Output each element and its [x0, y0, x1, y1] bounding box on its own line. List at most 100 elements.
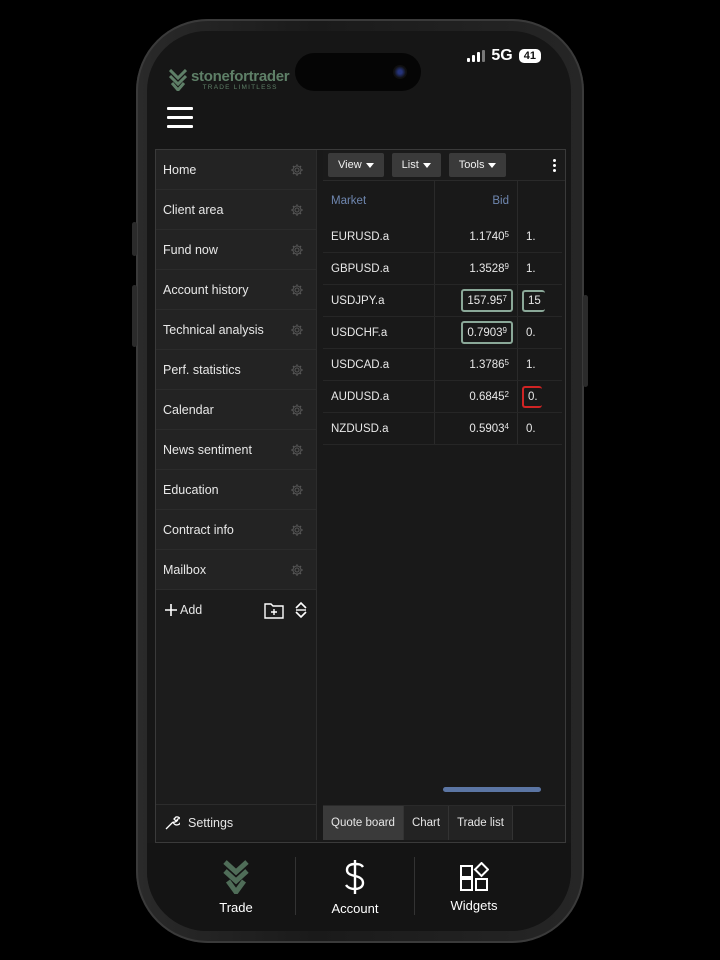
gear-icon[interactable] — [290, 323, 304, 337]
more-options-icon[interactable] — [553, 158, 557, 172]
list-dropdown[interactable]: List — [391, 153, 441, 177]
market-symbol[interactable]: USDCHF.a — [323, 316, 435, 349]
bid-cell[interactable]: 1.35289 — [434, 252, 518, 285]
gear-icon[interactable] — [290, 563, 304, 577]
sidebar-item-calendar[interactable]: Calendar — [156, 390, 316, 430]
app-panel: Home Client area Fund now Account history Te… — [155, 149, 566, 843]
bid-cell[interactable]: 0.68452 — [434, 380, 518, 413]
bid-price-main: 1.3528 — [469, 263, 505, 275]
ask-cell[interactable]: 0. — [517, 380, 562, 413]
bid-cell[interactable]: 0.59034 — [434, 412, 518, 445]
sidebar-item-contract-info[interactable]: Contract info — [156, 510, 316, 550]
quote-board-panel: View List Tools Market Bid EURUSD.a 1.174… — [323, 150, 565, 840]
gear-icon[interactable] — [290, 483, 304, 497]
gear-icon[interactable] — [290, 523, 304, 537]
quote-table: Market Bid EURUSD.a 1.17405 1. GBPUSD.a 1.35… — [323, 181, 562, 445]
quote-row[interactable]: USDCAD.a 1.37865 1. — [323, 348, 562, 381]
network-label: 5G — [491, 47, 513, 64]
ask-cell[interactable]: 1. — [517, 252, 562, 285]
quote-row[interactable]: USDJPY.a 157.957 15 — [323, 284, 562, 317]
sidebar-item-education[interactable]: Education — [156, 470, 316, 510]
bid-price-pip: 9 — [504, 262, 509, 271]
bid-price-pip: 4 — [504, 422, 509, 431]
plus-icon — [165, 604, 177, 616]
status-bar: 5G 41 — [467, 47, 541, 65]
sidebar-item-technical-analysis[interactable]: Technical analysis — [156, 310, 316, 350]
tab-quote-board[interactable]: Quote board — [323, 806, 404, 840]
bid-cell[interactable]: 1.17405 — [434, 221, 518, 253]
tools-dropdown[interactable]: Tools — [448, 153, 507, 177]
bid-cell[interactable]: 0.79039 — [434, 316, 518, 349]
sidebar-item-label: Contract info — [163, 522, 234, 537]
tab-trade-list[interactable]: Trade list — [449, 806, 513, 840]
add-label: Add — [180, 603, 203, 617]
market-symbol[interactable]: AUDUSD.a — [323, 380, 435, 413]
gear-icon[interactable] — [290, 363, 304, 377]
bid-price-pip: 9 — [502, 326, 507, 335]
sidebar: Home Client area Fund now Account history Te… — [156, 150, 317, 840]
sidebar-item-account-history[interactable]: Account history — [156, 270, 316, 310]
gear-icon[interactable] — [290, 403, 304, 417]
bid-price-main: 157.95 — [467, 295, 503, 307]
settings-button[interactable]: Settings — [156, 804, 316, 840]
ask-cell[interactable]: 0. — [517, 316, 562, 349]
sidebar-item-label: Account history — [163, 282, 249, 297]
settings-label: Settings — [188, 815, 234, 830]
nav-widgets-label: Widgets — [450, 897, 498, 913]
nav-trade[interactable]: Trade — [177, 843, 295, 931]
ask-price: 0. — [522, 385, 542, 408]
shield-logo-icon — [169, 69, 187, 91]
sidebar-item-perf-statistics[interactable]: Perf. statistics — [156, 350, 316, 390]
bid-price-pip: 5 — [504, 358, 509, 367]
ask-column-header[interactable] — [517, 181, 562, 221]
brand-logo: stonefortrader TRADE LIMITLESS — [169, 69, 290, 91]
gear-icon[interactable] — [290, 163, 304, 177]
sidebar-item-label: Client area — [163, 202, 224, 217]
ask-cell[interactable]: 1. — [517, 348, 562, 381]
market-symbol[interactable]: USDCAD.a — [323, 348, 435, 381]
ask-cell[interactable]: 1. — [517, 221, 562, 253]
quote-row[interactable]: AUDUSD.a 0.68452 0. — [323, 380, 562, 413]
quote-row[interactable]: EURUSD.a 1.17405 1. — [323, 221, 562, 253]
quote-row[interactable]: GBPUSD.a 1.35289 1. — [323, 252, 562, 285]
sidebar-add-row: Add — [156, 590, 316, 630]
brand-tagline: TRADE LIMITLESS — [202, 83, 278, 91]
tab-chart[interactable]: Chart — [403, 806, 450, 840]
add-folder-icon[interactable] — [264, 601, 284, 619]
sidebar-item-label: News sentiment — [163, 442, 252, 457]
bid-cell[interactable]: 1.37865 — [434, 348, 518, 381]
market-column-header[interactable]: Market — [323, 181, 435, 221]
gear-icon[interactable] — [290, 283, 304, 297]
sidebar-item-news-sentiment[interactable]: News sentiment — [156, 430, 316, 470]
sidebar-item-fund-now[interactable]: Fund now — [156, 230, 316, 270]
ask-cell[interactable]: 0. — [517, 412, 562, 445]
ask-cell[interactable]: 15 — [517, 284, 562, 317]
hamburger-menu-icon[interactable] — [167, 107, 193, 129]
view-dropdown[interactable]: View — [328, 153, 384, 177]
gear-icon[interactable] — [290, 203, 304, 217]
bottom-navigation: Trade Account Widgets — [147, 843, 571, 931]
sidebar-item-home[interactable]: Home — [156, 150, 316, 190]
bid-column-header[interactable]: Bid — [434, 181, 518, 221]
phone-power-button — [583, 295, 588, 387]
add-button[interactable]: Add — [164, 603, 202, 617]
nav-widgets[interactable]: Widgets — [415, 843, 533, 931]
sidebar-item-client-area[interactable]: Client area — [156, 190, 316, 230]
quote-row[interactable]: USDCHF.a 0.79039 0. — [323, 316, 562, 349]
caret-down-icon — [488, 162, 497, 168]
gear-icon[interactable] — [290, 243, 304, 257]
market-symbol[interactable]: NZDUSD.a — [323, 412, 435, 445]
sort-toggle-icon[interactable] — [294, 601, 308, 619]
sidebar-item-mailbox[interactable]: Mailbox — [156, 550, 316, 590]
market-symbol[interactable]: GBPUSD.a — [323, 252, 435, 285]
market-symbol[interactable]: EURUSD.a — [323, 221, 435, 253]
bid-cell[interactable]: 157.957 — [434, 284, 518, 317]
quote-row[interactable]: NZDUSD.a 0.59034 0. — [323, 412, 562, 445]
bid-price-main: 0.5903 — [469, 423, 505, 435]
ask-price: 0. — [526, 422, 536, 435]
camera-icon — [393, 65, 407, 79]
market-symbol[interactable]: USDJPY.a — [323, 284, 435, 317]
nav-account[interactable]: Account — [296, 843, 414, 931]
horizontal-scrollbar[interactable] — [443, 787, 541, 792]
gear-icon[interactable] — [290, 443, 304, 457]
